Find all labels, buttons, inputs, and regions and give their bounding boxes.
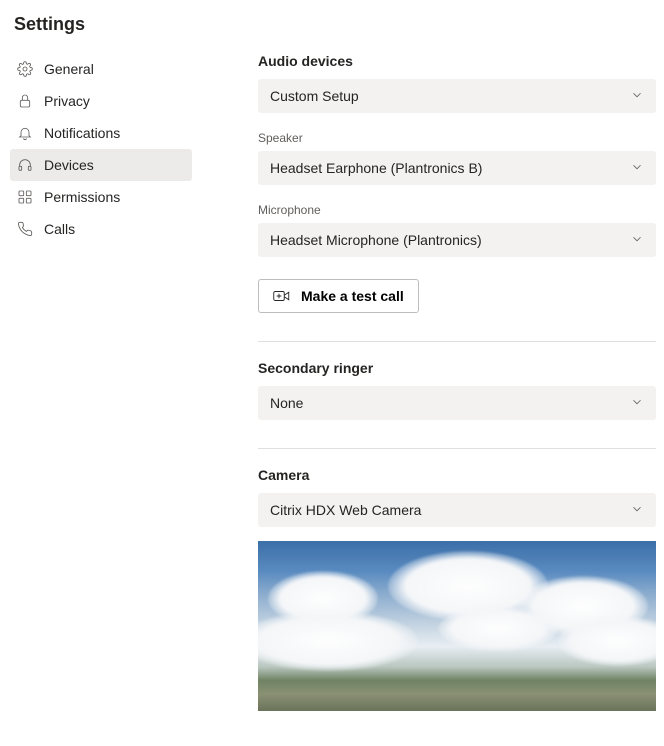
- select-value: Citrix HDX Web Camera: [270, 502, 421, 518]
- sidebar-item-privacy[interactable]: Privacy: [10, 85, 192, 117]
- microphone-select[interactable]: Headset Microphone (Plantronics): [258, 223, 656, 257]
- page-title: Settings: [10, 10, 664, 53]
- sidebar-item-label: General: [44, 61, 94, 77]
- main-panel: Audio devices Custom Setup Speaker Heads…: [202, 53, 664, 746]
- gear-icon: [16, 60, 34, 78]
- apps-icon: [16, 188, 34, 206]
- sidebar-item-general[interactable]: General: [10, 53, 192, 85]
- camera-preview: [258, 541, 656, 711]
- microphone-label: Microphone: [258, 203, 656, 217]
- sidebar-item-label: Privacy: [44, 93, 90, 109]
- chevron-down-icon: [630, 160, 644, 177]
- sidebar-item-label: Calls: [44, 221, 75, 237]
- camera-heading: Camera: [258, 467, 656, 483]
- sidebar-item-notifications[interactable]: Notifications: [10, 117, 192, 149]
- camera-select[interactable]: Citrix HDX Web Camera: [258, 493, 656, 527]
- chevron-down-icon: [630, 395, 644, 412]
- sidebar-item-label: Permissions: [44, 189, 120, 205]
- sidebar: General Privacy Notifications Devices: [10, 53, 202, 746]
- test-call-icon: [273, 289, 291, 303]
- speaker-select[interactable]: Headset Earphone (Plantronics B): [258, 151, 656, 185]
- bell-icon: [16, 124, 34, 142]
- sidebar-item-label: Devices: [44, 157, 94, 173]
- speaker-label: Speaker: [258, 131, 656, 145]
- secondary-ringer-heading: Secondary ringer: [258, 360, 656, 376]
- divider: [258, 448, 656, 449]
- lock-icon: [16, 92, 34, 110]
- headset-icon: [16, 156, 34, 174]
- phone-icon: [16, 220, 34, 238]
- button-label: Make a test call: [301, 288, 404, 304]
- select-value: Custom Setup: [270, 88, 359, 104]
- audio-setup-select[interactable]: Custom Setup: [258, 79, 656, 113]
- sidebar-item-calls[interactable]: Calls: [10, 213, 192, 245]
- secondary-ringer-select[interactable]: None: [258, 386, 656, 420]
- chevron-down-icon: [630, 502, 644, 519]
- divider: [258, 341, 656, 342]
- sidebar-item-label: Notifications: [44, 125, 120, 141]
- audio-devices-heading: Audio devices: [258, 53, 656, 69]
- make-test-call-button[interactable]: Make a test call: [258, 279, 419, 313]
- chevron-down-icon: [630, 88, 644, 105]
- chevron-down-icon: [630, 232, 644, 249]
- select-value: Headset Earphone (Plantronics B): [270, 160, 482, 176]
- select-value: Headset Microphone (Plantronics): [270, 232, 482, 248]
- sidebar-item-devices[interactable]: Devices: [10, 149, 192, 181]
- sidebar-item-permissions[interactable]: Permissions: [10, 181, 192, 213]
- select-value: None: [270, 395, 303, 411]
